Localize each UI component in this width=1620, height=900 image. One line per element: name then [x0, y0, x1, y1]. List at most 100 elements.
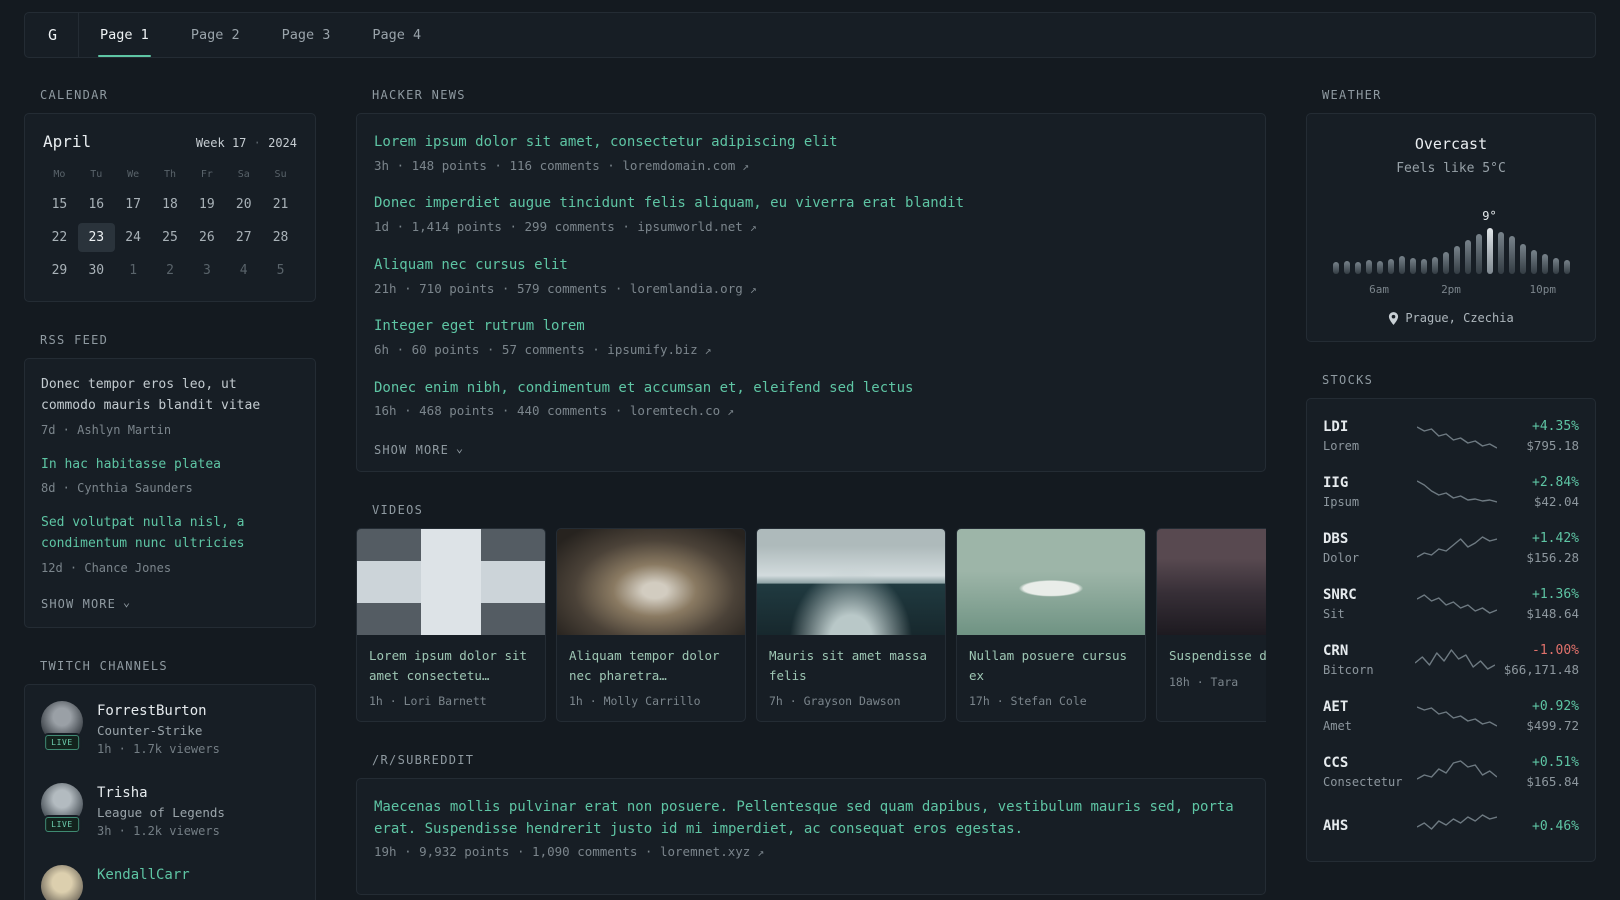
dashboard: CALENDAR April Week 17 · 2024 Mo Tu We T…	[0, 88, 1620, 900]
video-card[interactable]: Nullam posuere cursus ex 17h · Stefan Co…	[956, 528, 1146, 722]
hn-item-source-link[interactable]: ipsumworld.net	[637, 219, 742, 234]
tab-page-1[interactable]: Page 1	[79, 13, 170, 57]
twitch-channel-row[interactable]: KendallCarr	[41, 864, 299, 900]
rss-show-more-button[interactable]: SHOW MORE ⌄	[41, 593, 131, 611]
stock-name: Consectetur	[1323, 775, 1403, 789]
stock-symbol: DBS	[1323, 531, 1349, 547]
calendar-day: 30	[88, 263, 105, 278]
weather-condition: Overcast	[1414, 135, 1488, 153]
hn-item-meta: 16h · 468 points · 440 comments · loremt…	[374, 403, 735, 419]
tab-page-4[interactable]: Page 4	[351, 13, 442, 57]
tab-page-3[interactable]: Page 3	[261, 13, 352, 57]
video-card[interactable]: Mauris sit amet massa felis 7h · Grayson…	[756, 528, 946, 722]
stock-name: Ipsum	[1323, 495, 1360, 509]
video-card[interactable]: Aliquam tempor dolor nec pharetra… 1h · …	[556, 528, 746, 722]
calendar-weekday: Mo	[53, 169, 66, 180]
stock-sparkline	[1417, 589, 1497, 619]
calendar-week-year: Week 17 · 2024	[195, 136, 297, 150]
rss-item-meta: 7d · Ashlyn Martin	[41, 422, 172, 437]
hn-item-title[interactable]: Aliquam nec cursus elit	[374, 255, 1248, 277]
calendar-day: 15	[51, 197, 68, 212]
app-logo[interactable]: G	[27, 13, 80, 57]
calendar-day-next-month: 4	[239, 263, 248, 278]
subreddit-source-link[interactable]: loremnet.xyz	[660, 844, 750, 859]
video-title: Mauris sit amet massa felis	[769, 648, 928, 683]
subreddit-card: Maecenas mollis pulvinar erat non posuer…	[356, 777, 1266, 896]
section-title-subreddit: /R/SUBREDDIT	[372, 752, 475, 767]
calendar-day: 25	[162, 230, 178, 245]
rss-card: Donec tempor eros leo, ut commodo mauris…	[24, 358, 316, 628]
twitch-channel-row[interactable]: LIVE Trisha League of Legends 3h · 1.2k …	[41, 782, 299, 838]
stock-row[interactable]: AHS +0.46%	[1323, 800, 1579, 852]
stock-change: +4.35%	[1532, 419, 1579, 434]
calendar-day: 26	[199, 230, 215, 245]
hn-item-title[interactable]: Integer eget rutrum lorem	[374, 316, 1248, 338]
section-title-hackernews: HACKER NEWS	[372, 88, 466, 102]
calendar-grid: Mo Tu We Th Fr Sa Su 15 16 17 18 19 20 2…	[41, 163, 299, 285]
calendar-day: 16	[88, 197, 105, 212]
channel-name: ForrestBurton	[97, 702, 207, 719]
subreddit-post: Maecenas mollis pulvinar erat non posuer…	[374, 797, 1248, 862]
stock-row[interactable]: AET Amet +0.92% $499.72	[1323, 688, 1579, 744]
rss-item: Donec tempor eros leo, ut commodo mauris…	[41, 375, 299, 439]
hn-item-source-link[interactable]: ipsumify.biz	[607, 342, 697, 357]
stock-price: $795.18	[1526, 438, 1579, 453]
stock-row[interactable]: LDI Lorem +4.35% $795.18	[1323, 408, 1579, 464]
video-meta: 18h · Tara	[1169, 674, 1239, 689]
video-thumbnail	[757, 529, 945, 636]
stock-sparkline	[1415, 645, 1496, 675]
stock-row[interactable]: IIG Ipsum +2.84% $42.04	[1323, 464, 1579, 520]
stock-name: Amet	[1323, 719, 1352, 733]
channel-game: Counter-Strike	[97, 722, 203, 738]
stock-symbol: CCS	[1323, 755, 1349, 771]
video-card[interactable]: Suspendisse diam 18h · Tara	[1156, 528, 1266, 722]
weather-card: Overcast Feels like 5°C 9° 6am 2pm 10pm …	[1306, 113, 1596, 342]
video-thumbnail	[357, 529, 545, 636]
rss-item-title[interactable]: Sed volutpat nulla nisl, a condimentum n…	[41, 513, 299, 555]
video-card[interactable]: Lorem ipsum dolor sit amet consectetu… 1…	[356, 528, 546, 722]
external-link-icon: ↗	[742, 281, 757, 296]
calendar-day: 29	[51, 263, 68, 278]
hn-item: Lorem ipsum dolor sit amet, consectetur …	[374, 132, 1248, 175]
stock-row[interactable]: CCS Consectetur +0.51% $165.84	[1323, 744, 1579, 800]
section-title-videos: VIDEOS	[372, 503, 424, 518]
subreddit-post-title[interactable]: Maecenas mollis pulvinar erat non posuer…	[374, 797, 1248, 840]
stock-sparkline	[1417, 421, 1497, 451]
stock-price: $165.84	[1526, 774, 1579, 789]
calendar-day: 27	[235, 230, 252, 245]
video-meta: 17h · Stefan Cole	[969, 693, 1087, 708]
subreddit-widget: /R/SUBREDDIT Maecenas mollis pulvinar er…	[356, 752, 1266, 896]
rss-item-title[interactable]: In hac habitasse platea	[41, 455, 299, 476]
calendar-day-selected: 23	[77, 223, 115, 252]
calendar-day-next-month: 1	[129, 263, 138, 278]
hn-item-title[interactable]: Lorem ipsum dolor sit amet, consectetur …	[374, 132, 1248, 154]
twitch-channel-row[interactable]: LIVE ForrestBurton Counter-Strike 1h · 1…	[41, 700, 299, 756]
hn-item: Aliquam nec cursus elit 21h · 710 points…	[374, 255, 1248, 298]
stock-row[interactable]: CRN Bitcorn -1.00% $66,171.48	[1323, 632, 1579, 688]
section-title-twitch: TWITCH CHANNELS	[40, 658, 168, 673]
external-link-icon: ↗	[720, 404, 735, 419]
subreddit-post-meta: 19h · 9,932 points · 1,090 comments · lo…	[374, 844, 765, 860]
rss-item-title[interactable]: Donec tempor eros leo, ut commodo mauris…	[41, 375, 299, 417]
stock-price: $42.04	[1533, 494, 1579, 509]
hn-item-meta: 6h · 60 points · 57 comments · ipsumify.…	[374, 342, 712, 357]
stock-row[interactable]: DBS Dolor +1.42% $156.28	[1323, 520, 1579, 576]
hn-item: Donec imperdiet augue tincidunt felis al…	[374, 193, 1248, 236]
video-thumbnail	[557, 529, 745, 636]
chevron-down-icon: ⌄	[455, 441, 465, 456]
video-thumbnail	[957, 529, 1145, 636]
hn-item-source-link[interactable]: loremlandia.org	[630, 281, 743, 296]
section-title-calendar: CALENDAR	[40, 88, 109, 102]
hn-item-source-link[interactable]: loremdomain.com	[622, 158, 735, 173]
hn-item: Integer eget rutrum lorem 6h · 60 points…	[374, 316, 1248, 359]
hn-item-title[interactable]: Donec enim nibh, condimentum et accumsan…	[374, 378, 1248, 400]
stock-change: +1.42%	[1532, 531, 1579, 546]
stock-row[interactable]: SNRC Sit +1.36% $148.64	[1323, 576, 1579, 632]
tab-page-2[interactable]: Page 2	[170, 13, 261, 57]
hn-item-source-link[interactable]: loremtech.co	[630, 403, 720, 418]
external-link-icon: ↗	[697, 343, 712, 357]
hn-show-more-button[interactable]: SHOW MORE ⌄	[374, 439, 464, 457]
calendar-day: 24	[125, 230, 141, 245]
stock-symbol: IIG	[1323, 475, 1349, 491]
hn-item-title[interactable]: Donec imperdiet augue tincidunt felis al…	[374, 193, 1248, 215]
